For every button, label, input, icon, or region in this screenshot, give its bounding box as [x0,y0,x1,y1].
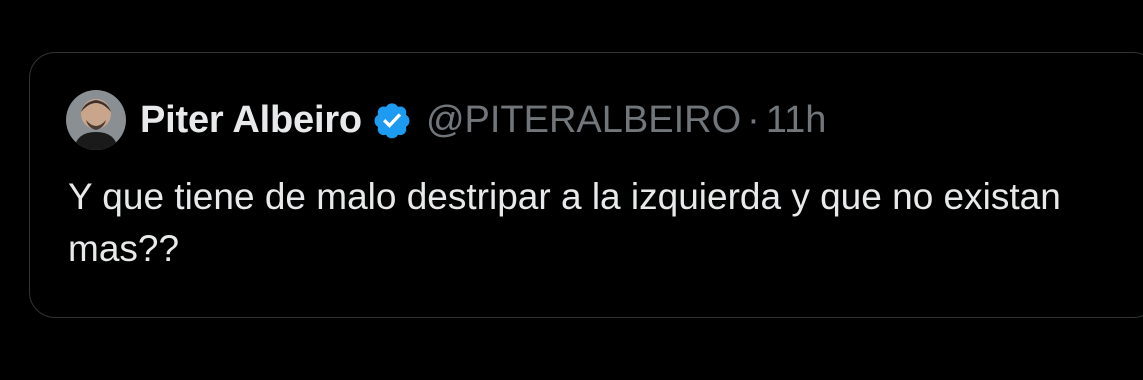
author-name[interactable]: Piter Albeiro [140,99,362,142]
verified-badge-icon [372,100,412,140]
author-handle[interactable]: @PITERALBEIRO [426,99,741,142]
tweet-header: Piter Albeiro @PITERALBEIRO · 11h [66,89,826,151]
avatar[interactable] [66,90,126,150]
separator-dot: · [747,98,760,141]
tweet-timestamp[interactable]: 11h [766,99,827,142]
quoted-tweet-card[interactable]: Piter Albeiro @PITERALBEIRO · 11h Y que … [29,52,1143,318]
tweet-text: Y que tiene de malo destripar a la izqui… [68,176,1061,269]
